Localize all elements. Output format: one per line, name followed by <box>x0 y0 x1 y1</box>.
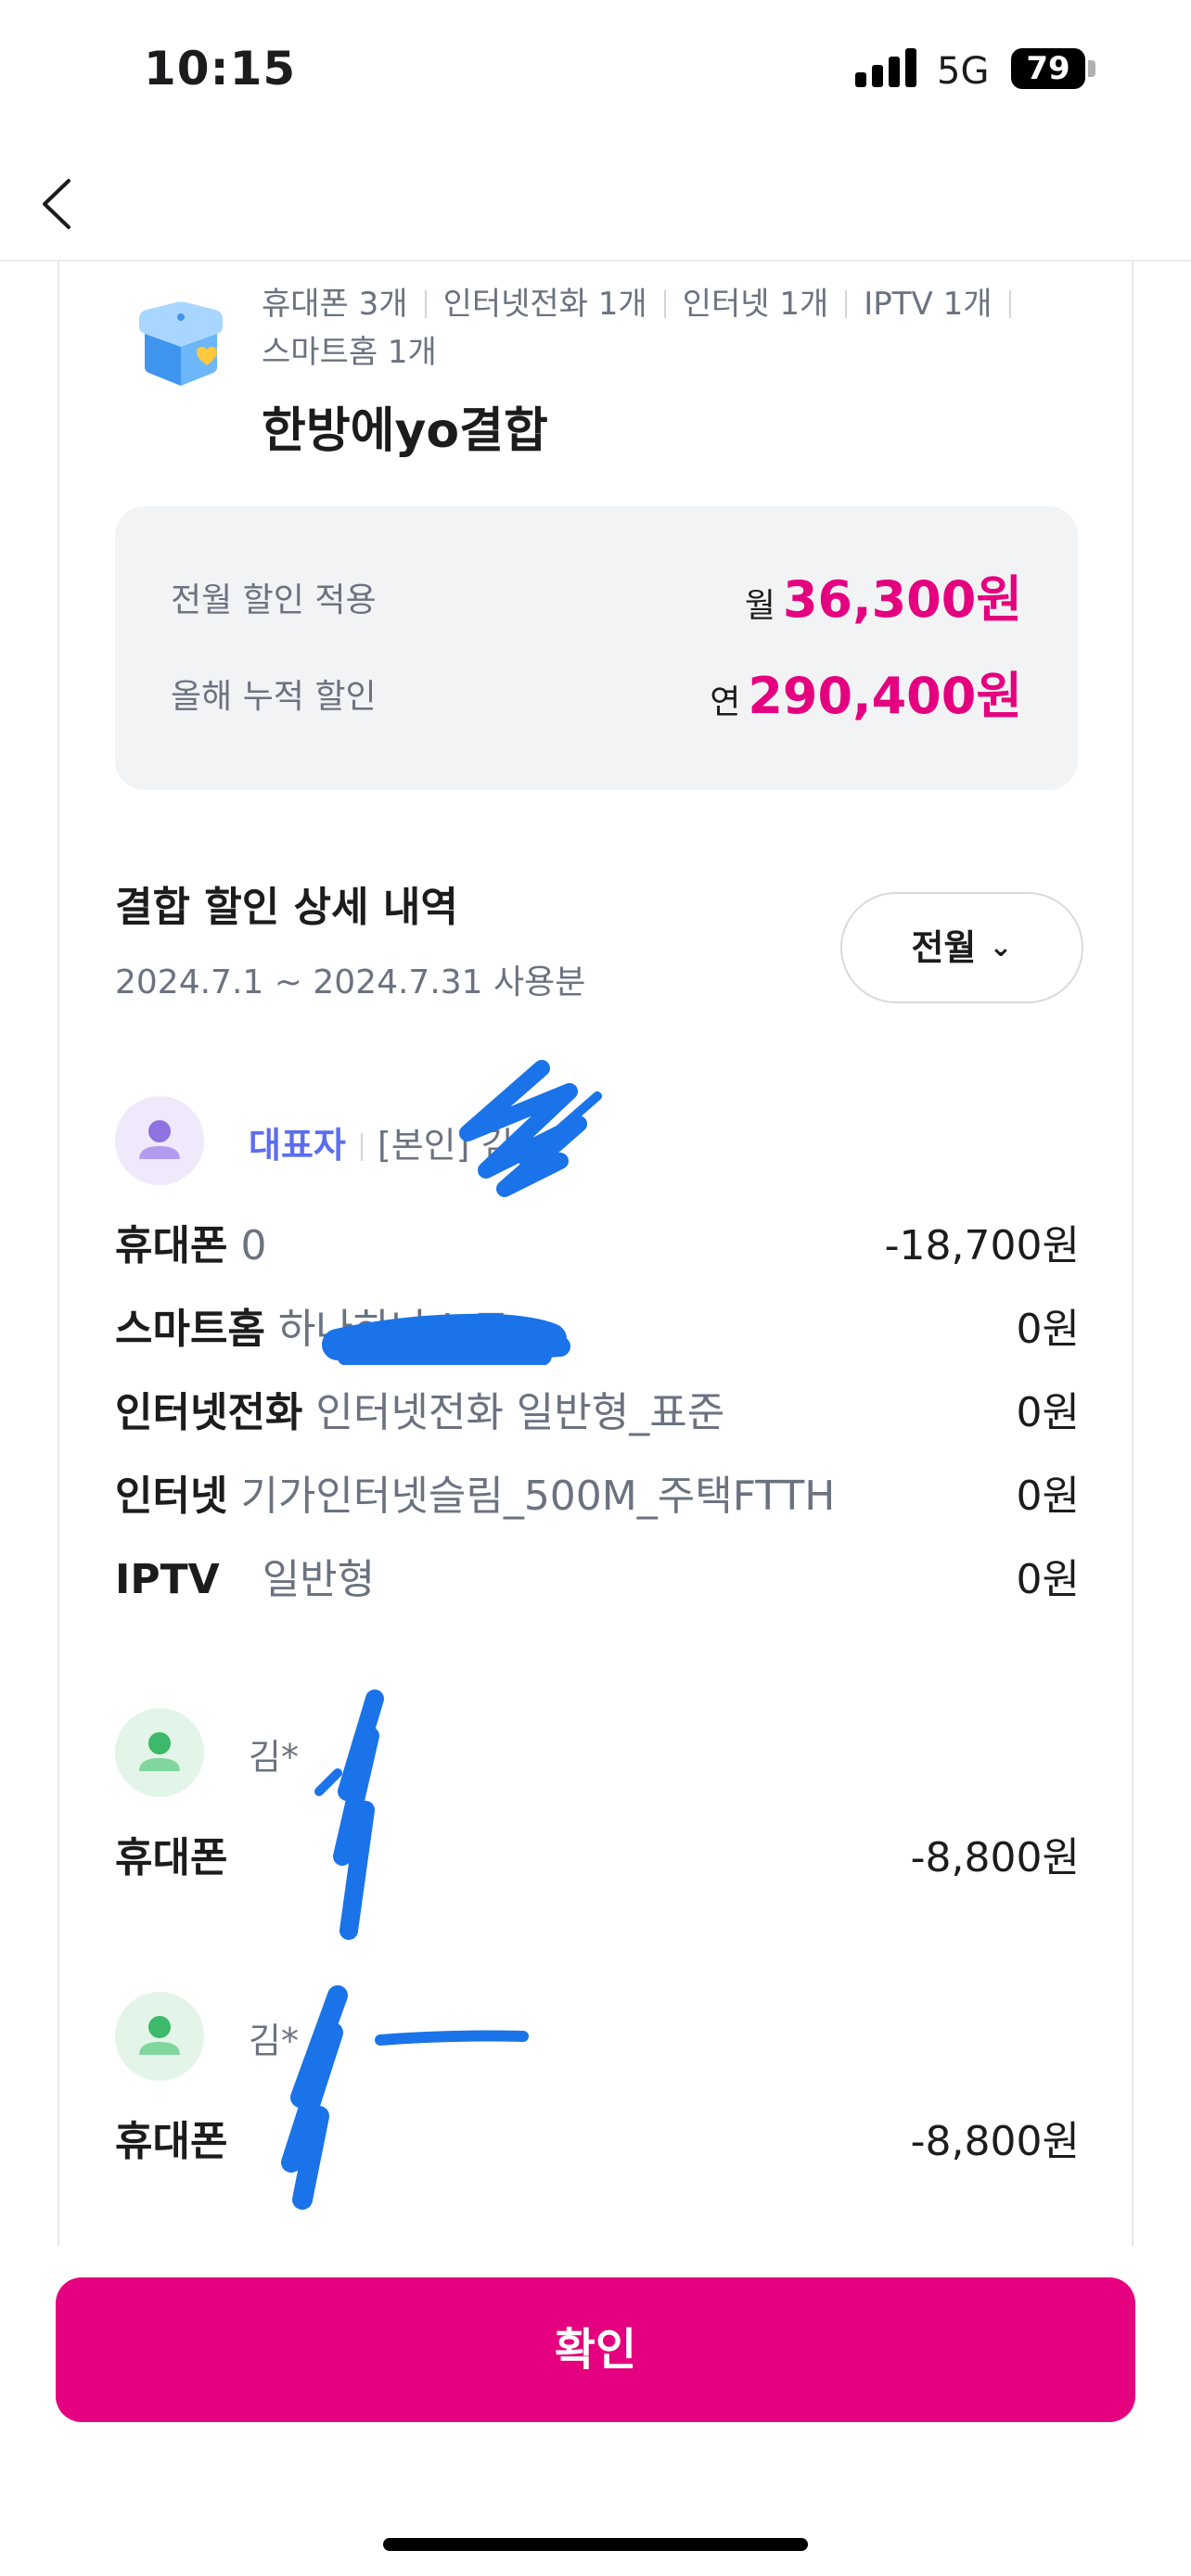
line-plan: 인터넷전화 일반형_표준 <box>315 1389 725 1436</box>
battery-tip <box>1088 60 1095 77</box>
nav-bar <box>0 139 1191 261</box>
tag: 스마트홈 1개 <box>262 334 437 371</box>
signal-icon <box>855 46 918 87</box>
last-month-value: 월 36,300원 <box>745 558 1022 631</box>
tag: 인터넷 1개 <box>682 286 829 323</box>
member-header: 김* <box>249 2012 299 2063</box>
line-item: 인터넷전화 인터넷전화 일반형_표준 0원 <box>115 1379 1080 1444</box>
line-amount: -8,800원 <box>910 1834 1080 1881</box>
product-tags: 휴대폰 3개 인터넷전화 1개 인터넷 1개 IPTV 1개스마트홈 1개 <box>262 280 1059 376</box>
month-filter-dropdown[interactable]: 전월 ⌄ <box>840 892 1083 1003</box>
line-item: IPTV 일반형 0원 <box>115 1546 1080 1611</box>
line-item: 스마트홈 하나하나 IoT 0원 <box>115 1295 1080 1360</box>
tag: IPTV 1개 <box>864 286 992 323</box>
tag: 휴대폰 3개 <box>262 286 408 323</box>
chevron-left-icon <box>43 179 70 229</box>
member-name: 김* <box>249 2021 299 2061</box>
member-representative: 대표자 [본인] 김 휴대폰 0 -18,700원 스마트홈 하나하나 IoT 0원 … <box>115 1096 1080 1603</box>
line-plan: 일반형 <box>262 1556 376 1603</box>
user-icon <box>139 1120 180 1159</box>
member-name: 김 <box>480 1125 514 1166</box>
product-title: 한방에yo결합 <box>262 403 548 459</box>
detail-title: 결합 할인 상세 내역 <box>115 884 458 931</box>
status-time: 10:15 <box>144 42 297 96</box>
year-amount: 290,400원 <box>748 667 1022 725</box>
discount-summary-card: 전월 할인 적용 월 36,300원 올해 누적 할인 연 290,400원 <box>115 506 1078 790</box>
user-icon <box>139 2016 180 2055</box>
line-category: 인터넷 <box>115 1473 228 1520</box>
line-amount: 0원 <box>1016 1556 1080 1603</box>
confirm-button[interactable]: 확인 <box>56 2277 1135 2422</box>
gift-box-heart-icon <box>139 301 223 386</box>
line-plan: 하나하나 IoT <box>277 1306 504 1353</box>
line-plan: 0 <box>240 1222 267 1269</box>
line-item: 인터넷 기가인터넷슬림_500M_주택FTTH 0원 <box>115 1462 1080 1527</box>
year-label: 올해 누적 할인 <box>171 678 377 716</box>
avatar <box>115 1708 204 1797</box>
year-value: 연 290,400원 <box>710 655 1022 728</box>
member-header: 김* <box>249 1728 299 1779</box>
member-family: 김* 휴대폰 -8,800원 <box>115 1708 1080 1894</box>
battery-icon: 79 <box>1011 48 1085 89</box>
line-item: 휴대폰 0 -18,700원 <box>115 1212 1080 1277</box>
member-header: 대표자 [본인] 김 <box>249 1116 514 1167</box>
network-type: 5G <box>937 50 990 93</box>
tag: 인터넷전화 1개 <box>442 286 647 323</box>
line-item: 휴대폰 -8,800원 <box>115 1824 1080 1889</box>
member-family: 김* 휴대폰 -8,800원 <box>115 1992 1080 2177</box>
line-amount: 0원 <box>1016 1306 1080 1353</box>
line-category: 휴대폰 <box>115 1834 228 1881</box>
chevron-down-icon: ⌄ <box>989 931 1013 963</box>
user-icon <box>139 1732 180 1771</box>
line-amount: -18,700원 <box>884 1222 1080 1269</box>
avatar <box>115 1096 204 1185</box>
line-amount: 0원 <box>1016 1389 1080 1436</box>
line-item: 휴대폰 -8,800원 <box>115 2108 1080 2173</box>
bundle-detail-sheet: 휴대폰 3개 인터넷전화 1개 인터넷 1개 IPTV 1개스마트홈 1개 한방에yo… <box>58 261 1133 2246</box>
line-category: 인터넷전화 <box>115 1389 303 1436</box>
line-amount: 0원 <box>1016 1473 1080 1520</box>
last-month-label: 전월 할인 적용 <box>171 581 377 619</box>
home-indicator <box>383 2538 808 2551</box>
member-relation: [본인] <box>377 1125 470 1166</box>
representative-badge: 대표자 <box>249 1125 346 1166</box>
per-year-prefix: 연 <box>710 683 741 721</box>
last-month-discount-row: 전월 할인 적용 월 36,300원 <box>171 555 1022 629</box>
year-discount-row: 올해 누적 할인 연 290,400원 <box>171 651 1022 725</box>
line-category: IPTV <box>115 1556 220 1603</box>
line-category: 휴대폰 <box>115 2118 228 2165</box>
last-month-amount: 36,300원 <box>782 570 1022 629</box>
month-filter-label: 전월 <box>911 927 977 968</box>
member-name: 김* <box>249 1737 299 1778</box>
status-bar: 10:15 5G 79 <box>0 0 1191 139</box>
back-button[interactable] <box>33 172 89 236</box>
per-month-prefix: 월 <box>744 587 775 625</box>
detail-period: 2024.7.1 ~ 2024.7.31 사용분 <box>115 963 586 1001</box>
line-amount: -8,800원 <box>910 2118 1080 2165</box>
line-plan: 기가인터넷슬림_500M_주택FTTH <box>240 1473 836 1520</box>
avatar <box>115 1992 204 2081</box>
line-category: 휴대폰 <box>115 1222 228 1269</box>
line-category: 스마트홈 <box>115 1306 265 1353</box>
